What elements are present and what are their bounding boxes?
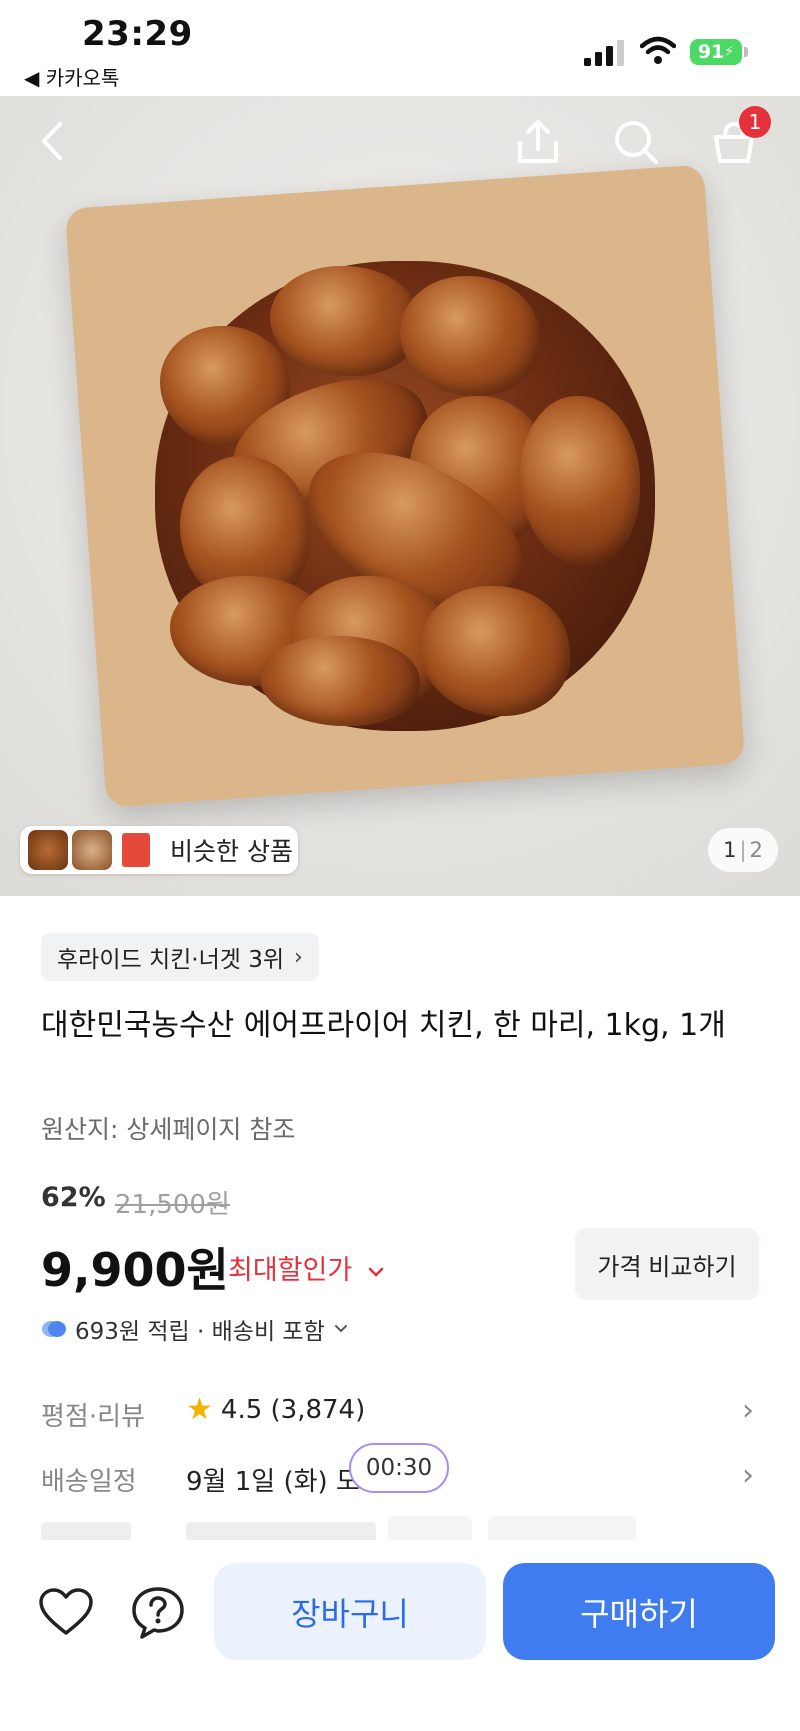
rating-value-group: ★ 4.5 (3,874) xyxy=(186,1392,365,1427)
max-discount-toggle[interactable]: 최대할인가 xyxy=(228,1248,385,1287)
page-current: 1 xyxy=(723,838,737,862)
seller-row-partial xyxy=(0,1508,800,1542)
page-total: 2 xyxy=(749,838,763,862)
search-button[interactable] xyxy=(610,114,662,170)
chevron-down-icon xyxy=(368,1267,384,1277)
price-compare-button[interactable]: 가격 비교하기 xyxy=(575,1228,759,1300)
chevron-left-icon xyxy=(42,122,62,160)
wifi-icon xyxy=(640,36,676,64)
add-to-cart-button[interactable]: 장바구니 xyxy=(214,1563,486,1660)
chevron-down-icon xyxy=(334,1325,347,1333)
search-icon xyxy=(615,121,658,164)
points-text: 693원 적립 · 배송비 포함 xyxy=(75,1319,325,1345)
max-discount-label: 최대할인가 xyxy=(228,1255,353,1286)
question-bubble-icon xyxy=(132,1587,184,1639)
chevron-right-icon: › xyxy=(294,944,303,970)
charging-icon: ⚡ xyxy=(724,44,735,60)
cellular-signal-icon xyxy=(584,40,624,66)
image-page-indicator: 1 | 2 xyxy=(708,828,778,872)
discount-rate: 62% xyxy=(41,1182,106,1213)
back-button[interactable] xyxy=(30,114,74,168)
inquiry-button[interactable] xyxy=(128,1583,188,1643)
status-time: 23:29 xyxy=(82,14,193,54)
rating-label: 평점·리뷰 xyxy=(41,1402,145,1432)
category-rank-chip[interactable]: 후라이드 치킨·너겟 3위 › xyxy=(41,933,319,981)
heart-icon xyxy=(39,1588,93,1635)
battery-indicator: 91 ⚡ xyxy=(690,39,748,65)
rank-label: 후라이드 치킨·너겟 3위 xyxy=(57,947,285,973)
buy-now-button[interactable]: 구매하기 xyxy=(503,1563,775,1660)
similar-thumb-2 xyxy=(72,830,112,870)
points-info[interactable]: 693원 적립 · 배송비 포함 xyxy=(41,1312,349,1346)
status-bar: 23:29 ◀ 카카오톡 91 ⚡ xyxy=(0,0,800,96)
battery-level: 91 xyxy=(697,41,725,63)
rating-value: 4.5 (3,874) xyxy=(220,1394,366,1425)
back-to-app-link[interactable]: ◀ 카카오톡 xyxy=(24,62,119,91)
delivery-value: 9월 1일 (화) 도 xyxy=(186,1467,360,1497)
original-price: 21,500원 xyxy=(115,1190,230,1220)
similar-products-button[interactable]: 비슷한 상품 xyxy=(20,826,298,874)
origin-info: 원산지: 상세페이지 참조 xyxy=(41,1115,296,1144)
product-image[interactable] xyxy=(0,96,800,896)
sale-price: 9,900원 xyxy=(41,1243,229,1297)
similar-thumb-1 xyxy=(28,830,68,870)
share-button[interactable] xyxy=(512,114,564,170)
wishlist-button[interactable] xyxy=(36,1583,96,1641)
page-separator: | xyxy=(739,838,747,862)
star-icon: ★ xyxy=(186,1392,213,1427)
delivery-label: 배송일정 xyxy=(41,1467,137,1497)
cart-count-badge: 1 xyxy=(739,106,771,138)
similar-products-label: 비슷한 상품 xyxy=(170,837,293,866)
similar-thumb-3 xyxy=(116,830,156,870)
cash-reward-icon xyxy=(42,1321,66,1337)
countdown-timer-badge: 00:30 xyxy=(349,1443,449,1493)
product-title: 대한민국농수산 에어프라이어 치킨, 한 마리, 1kg, 1개 xyxy=(41,1008,726,1043)
chevron-right-icon: › xyxy=(742,1458,754,1493)
share-icon xyxy=(518,120,558,163)
chevron-right-icon: › xyxy=(742,1393,754,1428)
